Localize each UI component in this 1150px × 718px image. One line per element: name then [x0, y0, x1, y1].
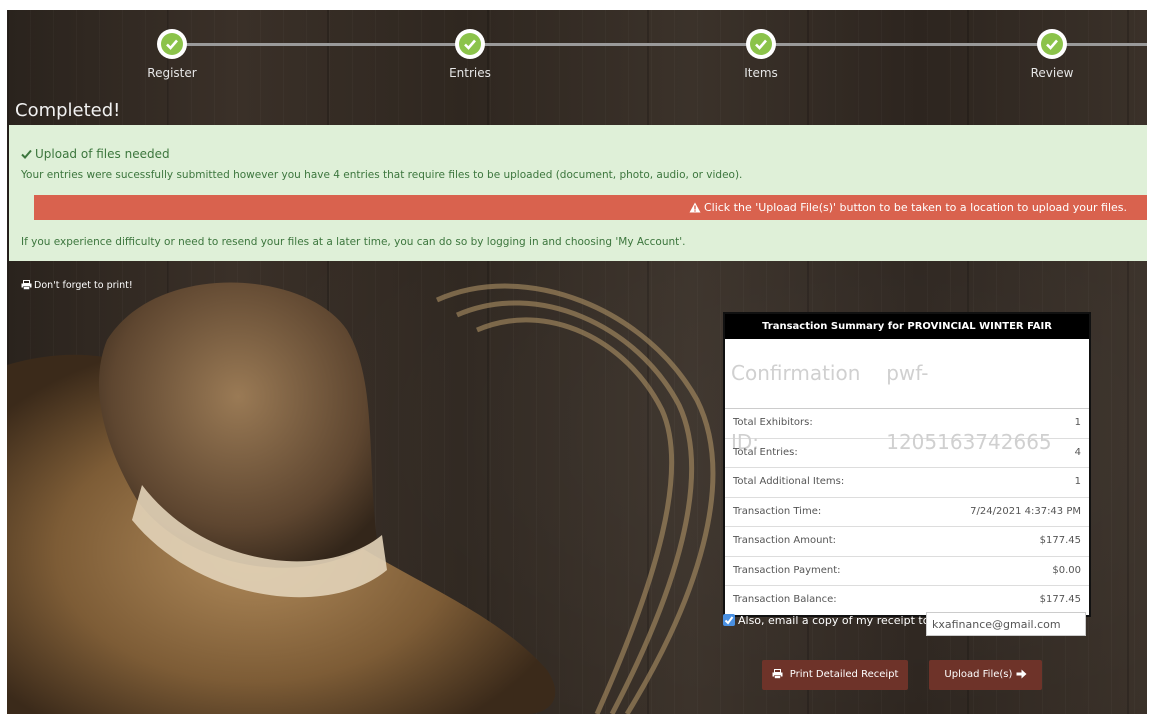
- upload-files-label: Upload File(s): [944, 669, 1013, 680]
- confirmation-label: Confirmation ID:: [731, 361, 861, 454]
- printer-icon: [772, 669, 783, 679]
- upload-alert: Upload of files needed Your entries were…: [9, 125, 1147, 261]
- check-icon: [724, 616, 734, 625]
- row-value: 4: [1074, 446, 1081, 458]
- summary-row: Transaction Time: 7/24/2021 4:37:43 PM: [725, 498, 1089, 527]
- upload-warning-bar: Click the 'Upload File(s)' button to be …: [34, 195, 1147, 220]
- step-entries: Entries: [410, 29, 530, 80]
- row-label: Total Additional Items:: [733, 476, 845, 487]
- print-receipt-button[interactable]: Print Detailed Receipt: [762, 660, 908, 690]
- row-label: Transaction Time:: [733, 505, 822, 517]
- step-label: Entries: [449, 66, 491, 80]
- transaction-summary: Transaction Summary for PROVINCIAL WINTE…: [723, 312, 1091, 617]
- email-receipt-label: Also, email a copy of my receipt to:: [738, 614, 934, 627]
- cowboy-hat-image: [7, 282, 716, 714]
- check-icon: [755, 39, 767, 50]
- step-items: Items: [701, 29, 821, 80]
- step-label: Items: [744, 66, 778, 80]
- email-field[interactable]: [926, 612, 1086, 636]
- row-value: 1: [1074, 417, 1081, 428]
- confirmation-row: Confirmation ID: pwf-1205163742665: [725, 339, 1089, 454]
- row-value: $177.45: [1039, 594, 1081, 605]
- check-icon: [1046, 39, 1058, 50]
- warning-text: Click the 'Upload File(s)' button to be …: [703, 201, 1127, 214]
- check-icon: [464, 39, 476, 50]
- summary-row: Transaction Balance: $177.45: [725, 586, 1089, 615]
- alert-heading-text: Upload of files needed: [35, 147, 170, 161]
- check-icon: [21, 149, 32, 159]
- row-label: Transaction Balance:: [733, 594, 837, 605]
- row-value: $0.00: [1052, 564, 1081, 576]
- arrow-right-icon: [1016, 669, 1027, 679]
- page-title: Completed!: [15, 100, 121, 121]
- step-label: Review: [1030, 66, 1074, 80]
- upload-files-button[interactable]: Upload File(s): [929, 660, 1042, 690]
- confirmation-id: pwf-1205163742665: [886, 361, 1052, 454]
- step-review: Review: [992, 29, 1112, 80]
- alert-message: Your entries were sucessfully submitted …: [21, 169, 743, 181]
- page-background: Register Entries Items Review Completed!…: [7, 10, 1147, 714]
- check-icon: [166, 39, 178, 50]
- row-label: Total Entries:: [733, 446, 798, 458]
- row-value: 7/24/2021 4:37:43 PM: [970, 505, 1081, 517]
- email-receipt-option: Also, email a copy of my receipt to:: [723, 612, 1086, 636]
- warning-triangle-icon: [689, 202, 701, 213]
- row-label: Transaction Payment:: [733, 564, 841, 576]
- step-label: Register: [147, 66, 197, 80]
- email-receipt-checkbox[interactable]: [723, 614, 735, 626]
- print-receipt-label: Print Detailed Receipt: [789, 669, 899, 680]
- step-register: Register: [112, 29, 232, 80]
- summary-row: Transaction Amount: $177.45: [725, 527, 1089, 557]
- row-value: $177.45: [1039, 535, 1081, 546]
- summary-row: Transaction Payment: $0.00: [725, 557, 1089, 586]
- row-value: 1: [1074, 476, 1081, 487]
- alert-heading: Upload of files needed: [21, 147, 170, 161]
- row-label: Total Exhibitors:: [733, 417, 813, 428]
- summary-title: Transaction Summary for PROVINCIAL WINTE…: [725, 314, 1089, 339]
- row-label: Transaction Amount:: [733, 535, 837, 546]
- alert-help-text: If you experience difficulty or need to …: [21, 236, 686, 248]
